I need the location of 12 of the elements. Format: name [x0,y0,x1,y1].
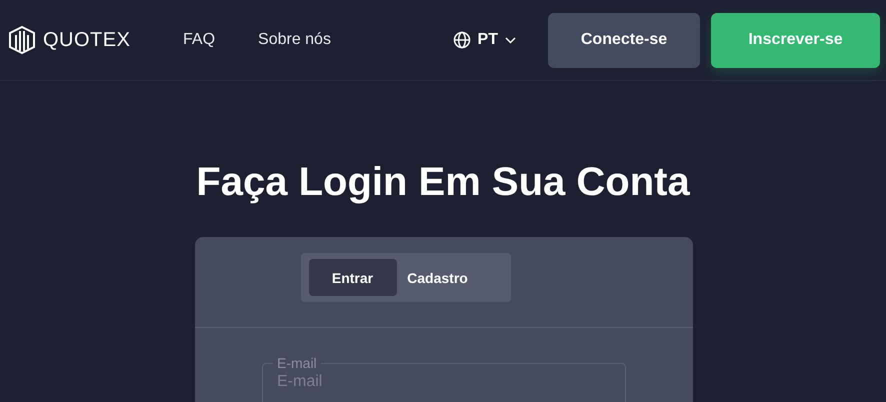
tab[interactable]: Entrar [308,259,396,296]
nav-link[interactable]: FAQ [183,31,216,49]
language-selector[interactable]: PT [452,31,516,49]
login-button[interactable]: Conecte-se [548,12,700,68]
logo-icon [8,25,36,55]
page-title: Faça Login Em Sua Conta [195,159,691,205]
field-label: E-mail [276,355,318,371]
chevron-down-icon [505,36,516,44]
globe-icon [452,31,471,49]
brand-name: QUOTEX [43,28,130,52]
tab[interactable]: Cadastro [396,259,478,296]
nav-link[interactable]: Sobre nós [258,31,331,49]
